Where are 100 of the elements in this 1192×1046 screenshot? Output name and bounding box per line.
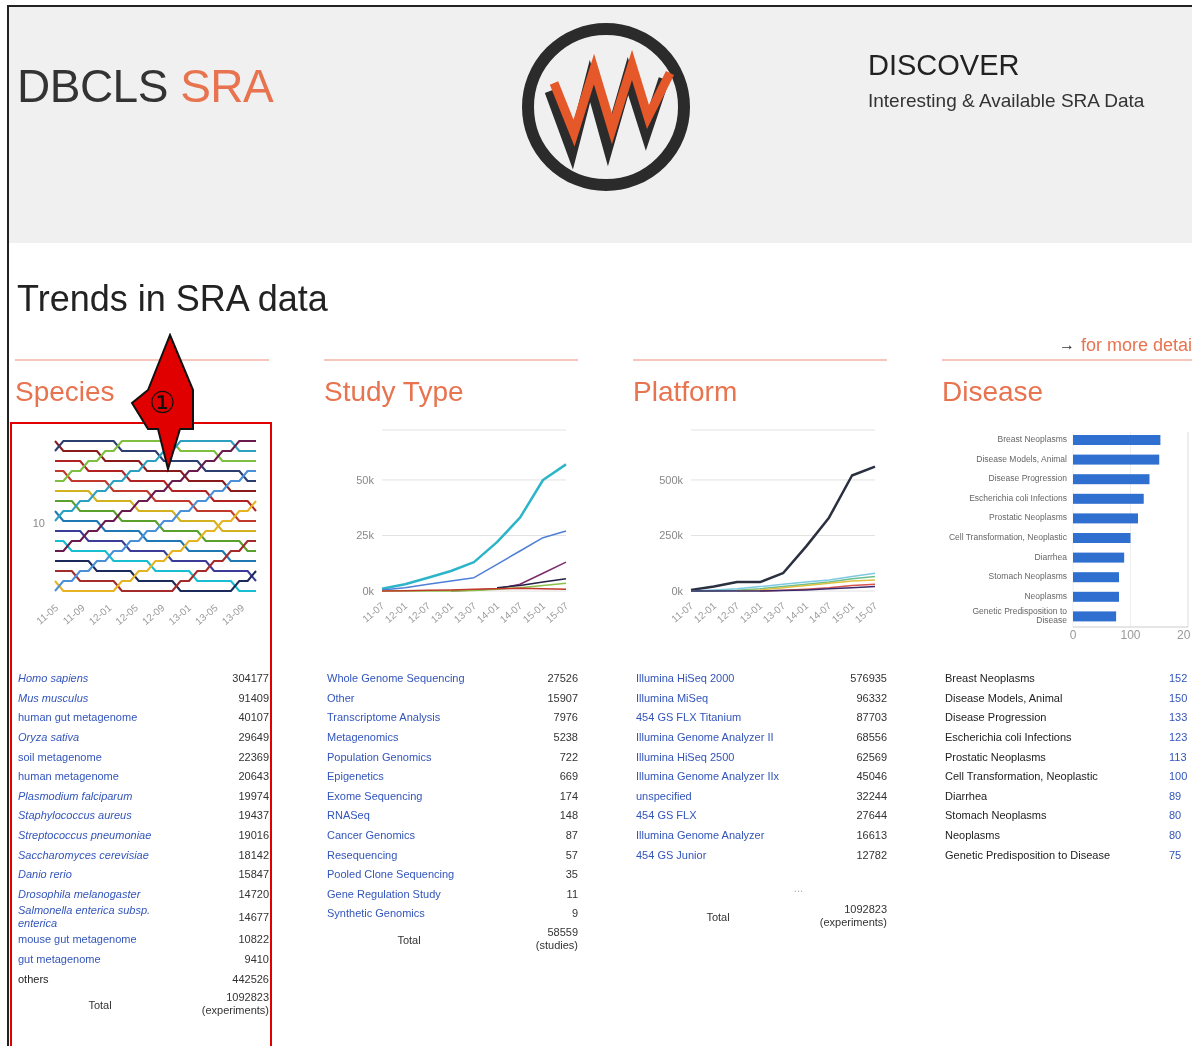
count-link[interactable]: 133 [1169, 708, 1192, 728]
axis-label: Neoplasms [1023, 589, 1067, 603]
count-value: 29649 [237, 730, 269, 746]
page-title: Trends in SRA data [17, 277, 329, 321]
axis-label: 100 [1120, 628, 1141, 642]
row-link[interactable]: Illumina MiSeq [633, 688, 803, 709]
axis-label: 250k [659, 529, 683, 542]
row-link[interactable]: Whole Genome Sequencing [324, 669, 494, 689]
row-link[interactable]: Epigenetics [324, 766, 494, 787]
row-link[interactable]: Synthetic Genomics [324, 904, 494, 924]
count-value: 87 [564, 828, 578, 844]
count-value: 5238 [552, 730, 578, 746]
row-link[interactable]: Mus musculus [15, 688, 185, 709]
row-link[interactable]: Exome Sequencing [324, 786, 494, 807]
row-link[interactable]: Danio rerio [15, 864, 185, 885]
count-value: 27644 [855, 808, 887, 824]
total-unit: (experiments) [819, 915, 887, 929]
count-value: 16613 [855, 828, 887, 844]
row-link[interactable]: Illumina HiSeq 2500 [633, 747, 803, 767]
row-link[interactable]: gut metagenome [15, 949, 185, 970]
row-label: Escherichia coli Infections [944, 730, 1073, 746]
count-value: 148 [558, 808, 578, 824]
row-link[interactable]: 454 GS Junior [633, 845, 803, 865]
row-link[interactable]: Plasmodium falciparum [15, 786, 185, 807]
row-link[interactable]: 454 GS FLX Titanium [633, 708, 803, 728]
count-link[interactable]: 75 [1169, 845, 1192, 865]
row-label: Disease Models, Animal [944, 690, 1064, 706]
count-value: 32244 [855, 788, 887, 804]
count-value: 14677 [237, 909, 269, 925]
count-value: 9 [570, 906, 578, 922]
row-label: Stomach Neoplasms [944, 808, 1048, 824]
row-link[interactable]: unspecified [633, 786, 803, 807]
row-link[interactable]: Streptococcus pneumoniae [15, 825, 185, 846]
arrow-icon: → [1058, 336, 1075, 354]
axis-label: 0 [1069, 628, 1077, 642]
logo-icon [520, 21, 692, 193]
count-value: 15847 [237, 867, 269, 883]
bar [1073, 493, 1144, 504]
count-value: 91409 [237, 690, 269, 706]
row-link[interactable]: Homo sapiens [15, 669, 185, 689]
row-link[interactable]: human gut metagenome [15, 708, 185, 728]
total-label: Total [705, 909, 731, 925]
row-link[interactable]: Drosophila melanogaster [15, 884, 185, 905]
bar [1073, 552, 1125, 563]
count-link[interactable]: 80 [1169, 806, 1192, 826]
count-link[interactable]: 150 [1169, 688, 1192, 709]
row-link[interactable]: RNASeq [324, 806, 494, 826]
total-value: 58559 [547, 925, 578, 939]
discover-subtitle: Interesting & Available SRA Data [868, 90, 1145, 112]
count-value: 27526 [546, 671, 578, 687]
row-link[interactable]: Other [324, 688, 494, 709]
count-link[interactable]: 113 [1169, 747, 1192, 767]
row-link[interactable]: Oryza sativa [15, 727, 185, 748]
row-link[interactable]: Transcriptome Analysis [324, 708, 494, 728]
row-link[interactable]: Gene Regulation Study [324, 884, 494, 905]
row-link[interactable]: Salmonella enterica subsp. enterica [15, 904, 185, 931]
axis-label: 0k [671, 585, 683, 597]
row-link[interactable]: Resequencing [324, 845, 494, 865]
count-value: 19437 [237, 808, 269, 824]
panel-title: Study Type [324, 375, 464, 409]
count-link[interactable]: 89 [1169, 786, 1192, 807]
axis-label: Stomach Neoplasms [987, 570, 1067, 584]
row-link[interactable]: Illumina Genome Analyzer II [633, 727, 803, 748]
row-link[interactable]: Metagenomics [324, 727, 494, 748]
row-link[interactable]: Illumina Genome Analyzer IIx [633, 766, 803, 787]
site-logo-text[interactable]: DBCLS SRA [17, 59, 517, 113]
count-value: 722 [558, 749, 578, 765]
count-value: 20643 [237, 769, 269, 785]
row-link[interactable]: Saccharomyces cerevisiae [15, 845, 185, 865]
row-link[interactable]: Population Genomics [324, 747, 494, 767]
row-link[interactable]: Illumina Genome Analyzer [633, 825, 803, 846]
row-link[interactable]: Cancer Genomics [324, 825, 494, 846]
row-link[interactable]: Illumina HiSeq 2000 [633, 669, 803, 689]
row-link[interactable]: 454 GS FLX [633, 806, 803, 826]
axis-label: 50k [356, 473, 374, 486]
count-value: 669 [558, 769, 578, 785]
count-value: 87703 [855, 710, 887, 726]
count-value: 576935 [849, 671, 887, 687]
count-link[interactable]: 80 [1169, 825, 1192, 846]
count-value: 10822 [237, 932, 269, 948]
axis-label: 10 [32, 517, 45, 529]
row-link[interactable]: mouse gut metagenome [15, 930, 185, 950]
bar [1073, 513, 1138, 524]
row-link[interactable]: human metagenome [15, 766, 185, 787]
axis-label: Diarrhea [1033, 550, 1067, 564]
count-value: 442526 [231, 971, 269, 987]
count-link[interactable]: 100 [1169, 766, 1192, 787]
axis-label: 25k [356, 529, 374, 542]
row-link[interactable]: Pooled Clone Sequencing [324, 864, 494, 885]
count-value: 7976 [552, 710, 578, 726]
bar [1073, 591, 1119, 602]
count-link[interactable]: 123 [1169, 727, 1192, 748]
row-link[interactable]: Staphylococcus aureus [15, 806, 185, 826]
count-value: 96332 [855, 690, 887, 706]
row-label: Diarrhea [944, 788, 989, 804]
bar [1073, 533, 1131, 543]
axis-label: Breast Neoplasms [996, 433, 1067, 447]
row-link[interactable]: soil metagenome [15, 747, 185, 767]
count-link[interactable]: 152 [1169, 669, 1192, 689]
axis-label: Escherichia coli Infections [968, 491, 1067, 505]
